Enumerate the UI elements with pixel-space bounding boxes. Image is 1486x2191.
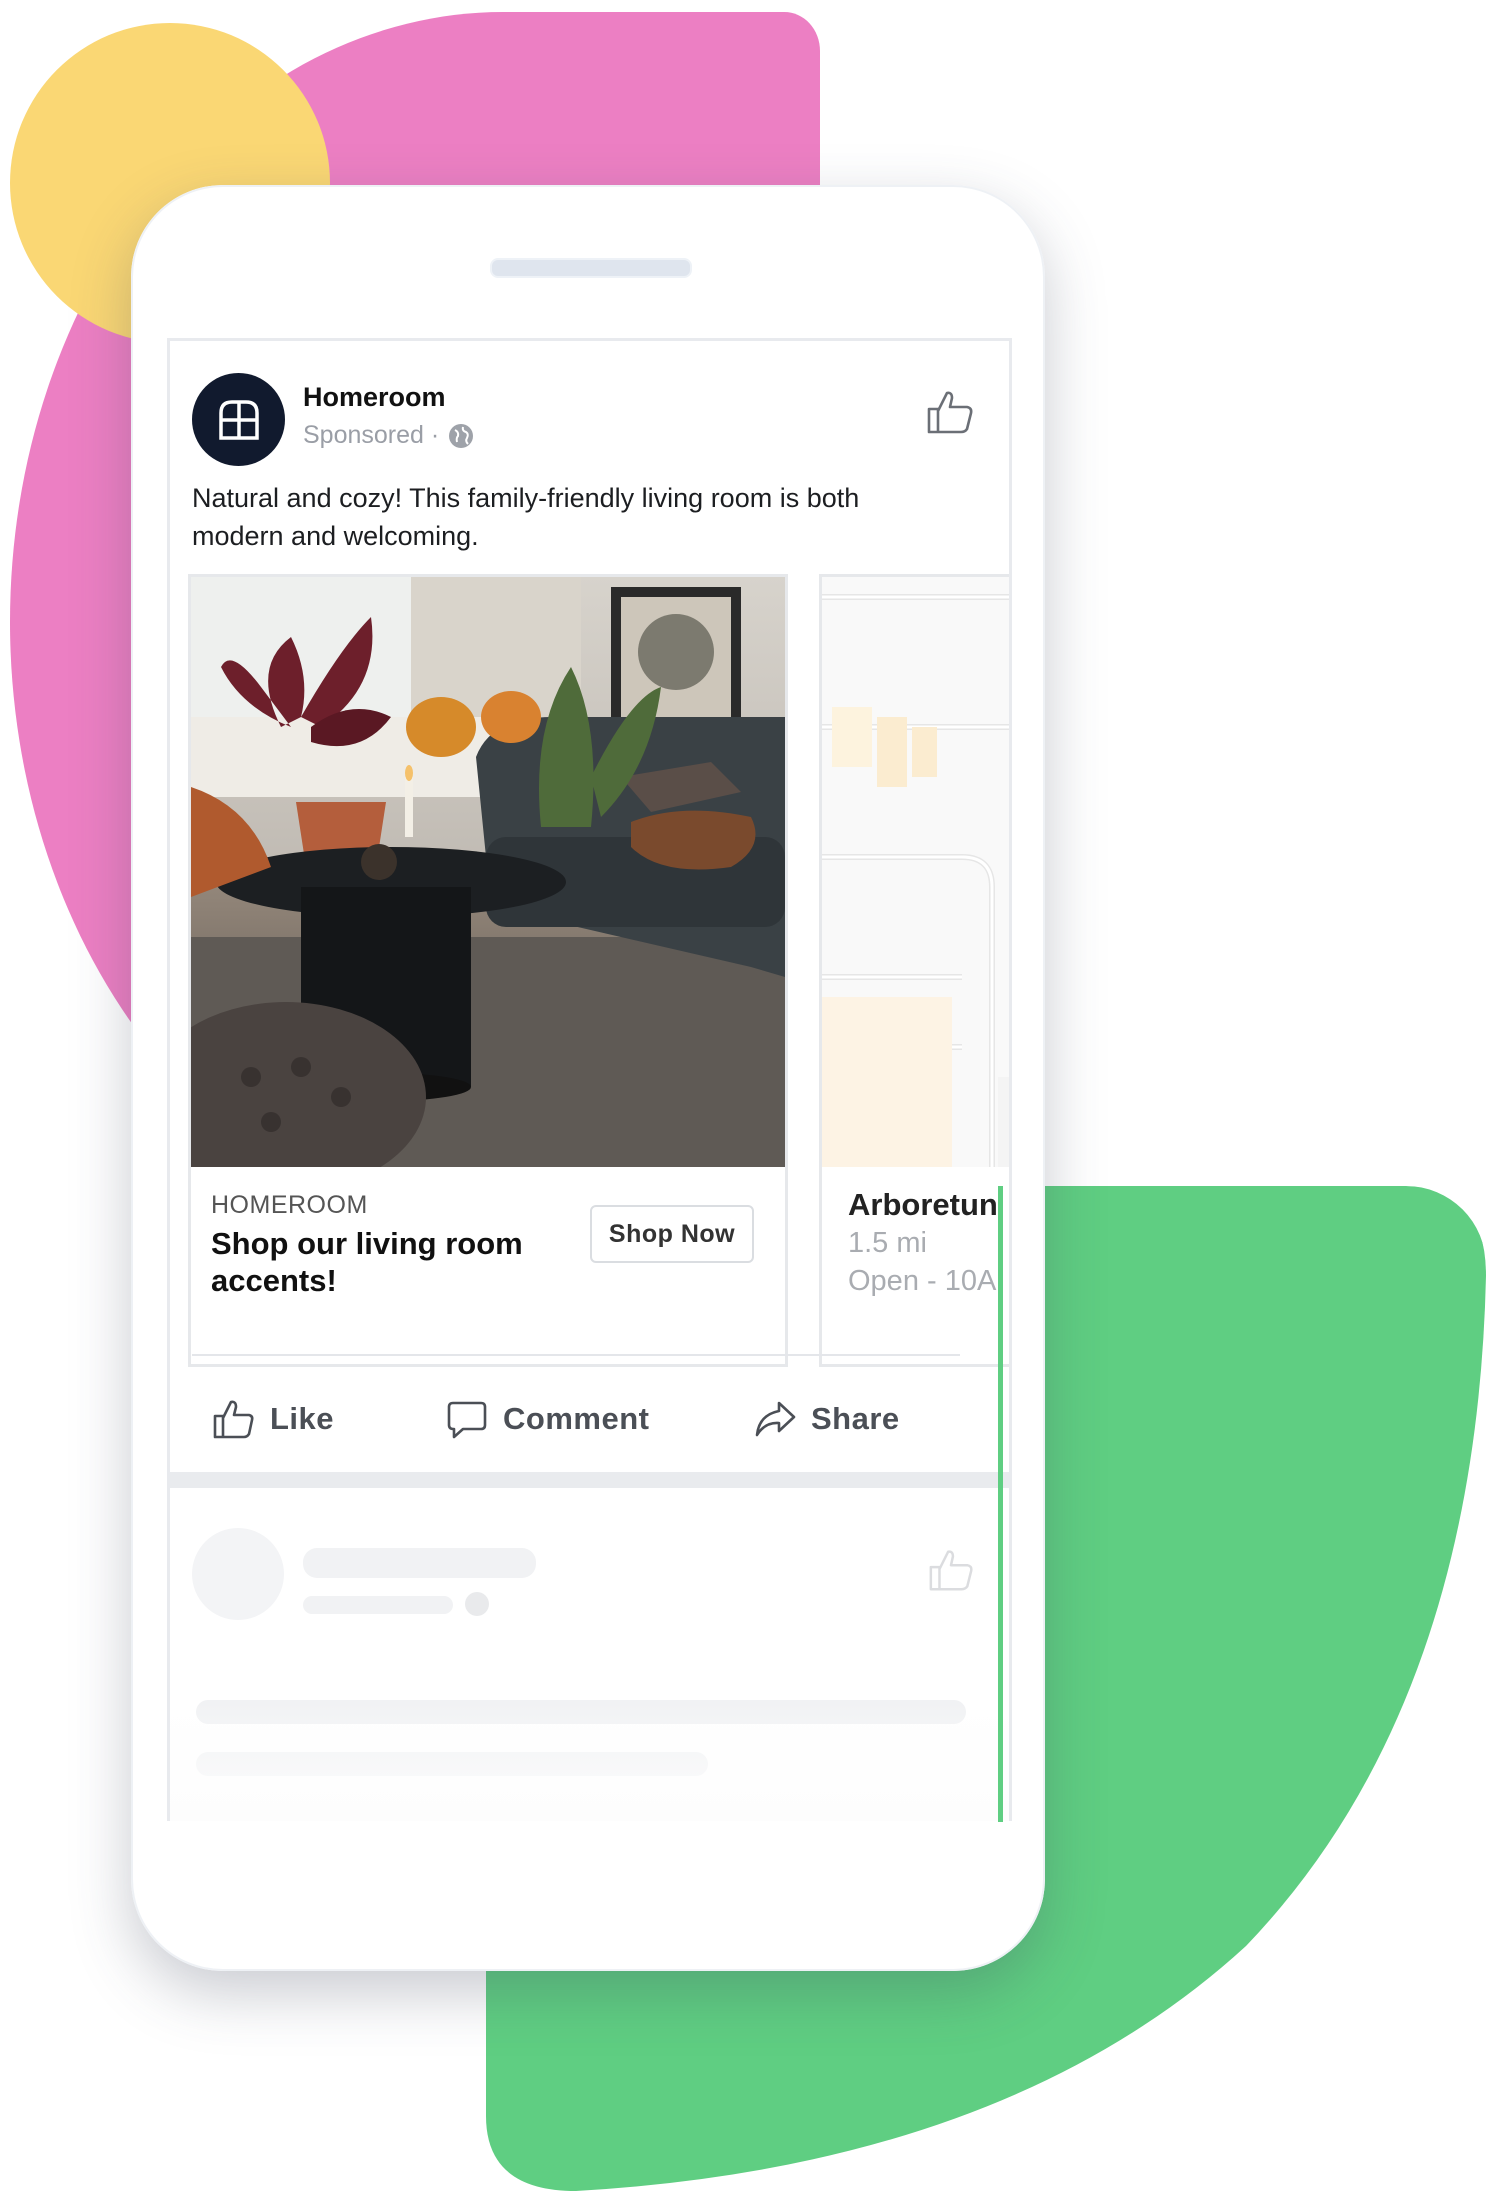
globe-icon[interactable] xyxy=(447,422,475,450)
comment-label: Comment xyxy=(503,1401,650,1436)
sponsored-post: Homeroom Sponsored · Natural and cozy! T… xyxy=(170,341,1009,1472)
card-footer: HOMEROOM Shop our living room accents! S… xyxy=(191,1167,785,1364)
phone-speaker xyxy=(490,258,692,278)
thumbs-up-icon xyxy=(213,1400,254,1439)
shop-now-button[interactable]: Shop Now xyxy=(590,1205,754,1263)
placeholder-line xyxy=(303,1548,536,1578)
placeholder-avatar xyxy=(192,1528,284,1620)
carousel-card[interactable]: HOMEROOM Shop our living room accents! S… xyxy=(188,574,788,1367)
carousel-card-location[interactable]: Arboretun 1.5 mi Open - 10A xyxy=(819,574,1012,1367)
card-footer: Arboretun 1.5 mi Open - 10A xyxy=(822,1167,1009,1364)
post-meta: Sponsored · xyxy=(303,421,475,450)
location-title[interactable]: Arboretun xyxy=(848,1187,998,1223)
homeroom-logo-icon xyxy=(218,399,259,440)
card-headline[interactable]: Shop our living room accents! xyxy=(211,1225,551,1299)
placeholder-line xyxy=(303,1596,453,1614)
post-caption: Natural and cozy! This family-friendly l… xyxy=(192,483,860,551)
map-thumbnail[interactable] xyxy=(822,577,1012,1167)
like-button[interactable]: Like xyxy=(212,1384,334,1454)
comment-icon xyxy=(447,1401,487,1439)
share-arrow-icon xyxy=(755,1401,796,1437)
sponsored-label: Sponsored · xyxy=(303,421,440,449)
living-room-photo[interactable] xyxy=(191,577,785,1167)
green-edge-accent xyxy=(998,1186,1003,1822)
feed-separator xyxy=(170,1472,1009,1488)
thumbs-up-icon[interactable] xyxy=(925,387,975,437)
page-avatar[interactable] xyxy=(192,373,285,466)
like-label: Like xyxy=(270,1401,335,1436)
thumbs-up-icon xyxy=(929,1550,973,1591)
globe-icon xyxy=(465,1592,489,1616)
share-button[interactable]: Share xyxy=(753,1384,900,1454)
location-hours: Open - 10A xyxy=(848,1265,997,1297)
share-label: Share xyxy=(811,1401,900,1436)
location-distance: 1.5 mi xyxy=(848,1227,927,1259)
actions-divider xyxy=(192,1354,960,1356)
card-source: HOMEROOM xyxy=(211,1191,368,1219)
page-name[interactable]: Homeroom xyxy=(303,382,446,413)
comment-button[interactable]: Comment xyxy=(445,1384,649,1454)
screen-fade xyxy=(170,1701,1009,1821)
phone-screen: Homeroom Sponsored · Natural and cozy! T… xyxy=(167,338,1012,1821)
post-actions: Like Comment Share xyxy=(170,1384,1009,1454)
